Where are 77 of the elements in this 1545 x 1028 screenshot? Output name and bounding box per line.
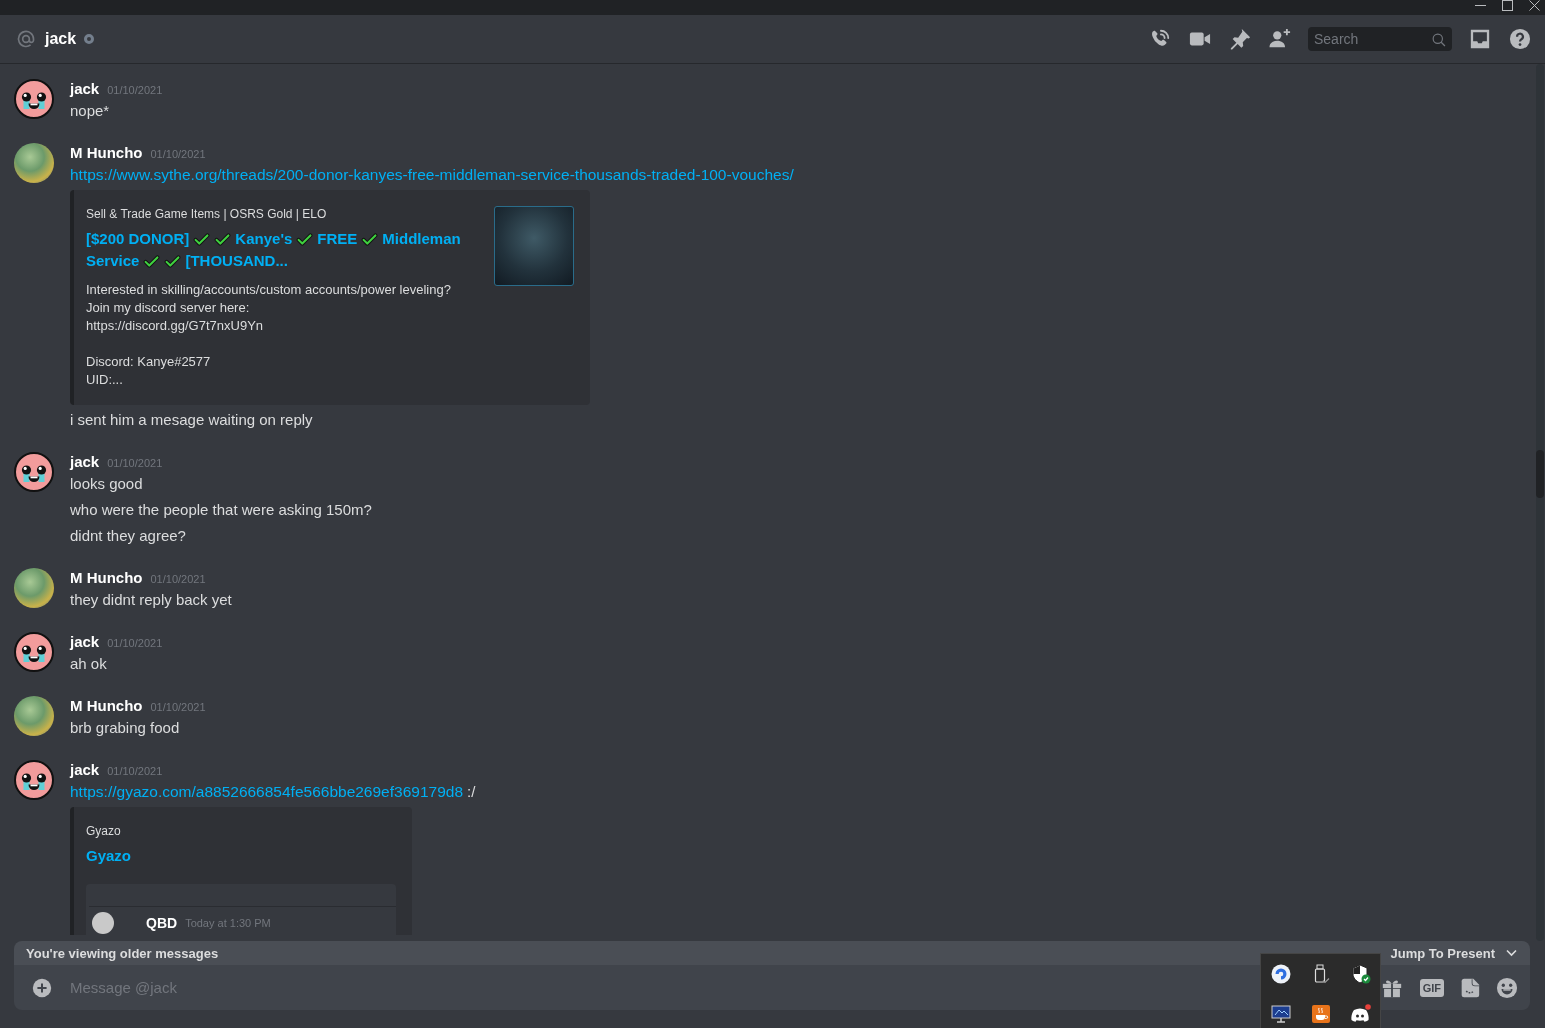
check-mark-icon — [361, 231, 379, 247]
message-text: ah ok — [70, 654, 107, 674]
avatar[interactable] — [14, 632, 54, 672]
sticker-icon[interactable] — [1460, 977, 1480, 998]
add-attachment-icon[interactable] — [32, 977, 52, 998]
message-link[interactable]: https://gyazo.com/a8852666854fe566bbe269ef369179d8 — [70, 781, 463, 803]
pin-icon[interactable] — [1229, 28, 1251, 50]
message-link[interactable]: https://www.sythe.org/threads/200-donor-kanyes-free-middleman-service-thousands-traded-100-vouches/ — [70, 164, 794, 186]
scrollbar-track[interactable] — [1536, 64, 1544, 941]
check-mark-icon — [193, 231, 211, 247]
add-person-icon[interactable] — [1269, 28, 1291, 50]
message-timestamp: 01/10/2021 — [107, 83, 163, 98]
message-timestamp: Today at 1:30 PM — [185, 917, 271, 929]
shield-icon[interactable] — [1351, 964, 1371, 984]
avatar[interactable] — [14, 760, 54, 800]
thumbnail-image[interactable] — [494, 206, 574, 286]
avatar[interactable] — [14, 696, 54, 736]
embed-provider: Sell & Trade Game Items | OSRS Gold | ELO — [86, 206, 328, 222]
older-messages-notice: You're viewing older messages — [26, 945, 220, 961]
username[interactable]: jack — [70, 78, 100, 100]
gif-button[interactable]: GIF — [1419, 978, 1444, 997]
embed-description: Discord: Kanye#2577 UID:... — [86, 353, 212, 389]
message-text: they didnt reply back yet — [70, 590, 232, 610]
search-icon[interactable] — [1431, 31, 1446, 47]
close-icon[interactable] — [1529, 0, 1540, 11]
search-field[interactable]: Search — [1308, 27, 1452, 51]
message-timestamp: 01/10/2021 — [150, 572, 206, 587]
message-timestamp: 01/10/2021 — [150, 700, 206, 715]
username[interactable]: M Huncho — [70, 142, 143, 164]
embed-title-link[interactable]: [THOUSAND... — [185, 250, 288, 272]
embed-provider: Gyazo — [86, 823, 122, 839]
embed-title-link[interactable]: FREE — [317, 228, 358, 250]
check-mark-icon — [296, 231, 314, 247]
embed-description: Interested in skilling/accounts/custom accounts/power leveling? Join my discord server here: https://discord.gg/G7t7nxU9Yn — [86, 281, 452, 335]
username[interactable]: M Huncho — [70, 567, 143, 589]
embed-title-link[interactable]: Kanye's — [235, 228, 293, 250]
avatar — [92, 912, 114, 934]
avatar[interactable] — [14, 568, 54, 608]
message-text: i sent him a mesage waiting on reply — [70, 410, 313, 430]
scrollbar-thumb[interactable] — [1536, 450, 1544, 498]
at-sign-icon — [16, 29, 36, 49]
embed-title-link[interactable]: [$200 DONOR] — [86, 228, 190, 250]
inbox-icon[interactable] — [1469, 28, 1491, 50]
message-text: nope* — [70, 101, 110, 121]
username: QBD — [146, 914, 178, 932]
monitor-icon[interactable] — [1271, 1004, 1291, 1024]
maximize-icon[interactable] — [1502, 0, 1513, 11]
help-icon[interactable] — [1509, 28, 1531, 50]
embed-title-link[interactable]: Service — [86, 250, 140, 272]
message-text: :/ — [467, 782, 476, 802]
channel-title: jack — [45, 29, 77, 49]
message-text: who were the people that were asking 150m? — [70, 500, 372, 520]
message-text: brb grabing food — [70, 718, 180, 738]
smiley-icon[interactable] — [1496, 976, 1518, 999]
message-timestamp: 01/10/2021 — [107, 764, 163, 779]
avatar[interactable] — [14, 79, 54, 119]
steaming-cup-icon[interactable] — [1311, 1004, 1331, 1024]
username[interactable]: jack — [70, 631, 100, 653]
check-mark-icon — [214, 231, 232, 247]
username[interactable]: jack — [70, 451, 100, 473]
embed-title-link[interactable]: Middleman — [382, 228, 461, 250]
check-mark-icon — [164, 253, 182, 269]
check-mark-icon — [143, 253, 161, 269]
username[interactable]: M Huncho — [70, 695, 143, 717]
avatar[interactable] — [14, 143, 54, 183]
avatar[interactable] — [14, 452, 54, 492]
message-timestamp: 01/10/2021 — [107, 456, 163, 471]
chevron-down-icon — [1506, 949, 1517, 957]
username[interactable]: jack — [70, 759, 100, 781]
message-text: didnt they agree? — [70, 526, 186, 546]
message-timestamp: 01/10/2021 — [150, 147, 206, 162]
embed-title-link[interactable]: Gyazo — [86, 845, 131, 867]
message-timestamp: 01/10/2021 — [107, 636, 163, 651]
jump-to-present-button[interactable]: Jump To Present — [1390, 945, 1517, 961]
message-text: looks good — [70, 474, 143, 494]
swirl-app-icon[interactable] — [1271, 964, 1291, 984]
game-controller-icon[interactable] — [1351, 1004, 1371, 1024]
